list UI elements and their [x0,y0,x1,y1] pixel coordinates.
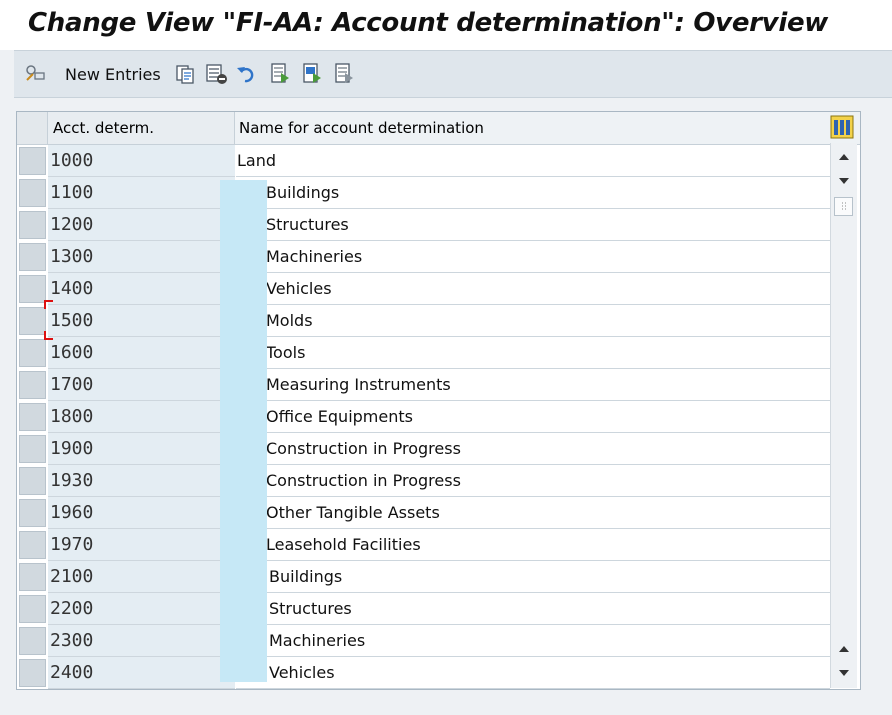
acct-determ-cell[interactable]: 1400 [48,273,235,305]
row-selector[interactable] [19,563,46,591]
deselect-all-icon[interactable] [334,63,356,85]
acct-determ-cell[interactable]: 1000 [48,145,235,177]
display-change-icon[interactable] [24,63,46,85]
acct-determ-cell[interactable]: 1900 [48,433,235,465]
account-name-cell[interactable]: Molds [236,305,830,337]
row-selector[interactable] [19,243,46,271]
row-selector[interactable] [19,595,46,623]
account-determination-table: Acct. determ. Name for account determina… [16,111,861,690]
table-row: 1200 Structures [17,209,830,241]
table-row: 1930 Construction in Progress [17,465,830,497]
acct-determ-cell[interactable]: 2100 [48,561,235,593]
row-selector[interactable] [19,467,46,495]
account-name-cell[interactable]: Vehicles [236,657,830,689]
row-selector[interactable] [19,211,46,239]
select-all-icon[interactable] [270,63,292,85]
table-row: 1600 Tools [17,337,830,369]
vertical-scrollbar[interactable] [830,143,857,688]
account-name-cell[interactable]: Tools [236,337,830,369]
table-row: 1900 Construction in Progress [17,433,830,465]
table-row: 1400 Vehicles [17,273,830,305]
table-row: 1960 Other Tangible Assets [17,497,830,529]
account-name-cell[interactable]: Structures [236,593,830,625]
page-title: Change View "FI-AA: Account determinatio… [28,8,828,38]
table-row: 1100 Buildings [17,177,830,209]
acct-determ-cell[interactable]: 1500 [48,305,235,337]
scrollbar-thumb[interactable] [834,197,853,216]
redaction-block [220,180,267,682]
row-selector[interactable] [19,403,46,431]
acct-determ-cell[interactable]: 1960 [48,497,235,529]
table-row: 2100 Buildings [17,561,830,593]
row-selector[interactable] [19,627,46,655]
account-name-cell[interactable]: Land [236,145,830,177]
scroll-up-icon[interactable] [835,640,853,658]
acct-determ-cell[interactable]: 1930 [48,465,235,497]
row-selector[interactable] [19,339,46,367]
account-name-cell[interactable]: Other Tangible Assets [236,497,830,529]
undo-icon[interactable] [236,63,258,85]
row-selector[interactable] [19,659,46,687]
account-name-cell[interactable]: Measuring Instruments [236,369,830,401]
account-name-cell[interactable]: Leasehold Facilities [236,529,830,561]
acct-determ-cell[interactable]: 1200 [48,209,235,241]
account-name-cell[interactable]: Construction in Progress [236,465,830,497]
select-all-rows-button[interactable] [17,112,48,144]
table-row: 1800 Office Equipments [17,401,830,433]
table-row: 1500 Molds [17,305,830,337]
row-selector[interactable] [19,499,46,527]
account-name-cell[interactable]: Machineries [236,625,830,657]
new-entries-button[interactable]: New Entries [65,65,161,84]
row-selector[interactable] [19,531,46,559]
select-block-icon[interactable] [302,63,324,85]
row-selector[interactable] [19,307,46,335]
account-name-cell[interactable]: Buildings [236,177,830,209]
row-selector[interactable] [19,371,46,399]
acct-determ-cell[interactable]: 1100 [48,177,235,209]
acct-determ-cell[interactable]: 1800 [48,401,235,433]
acct-determ-cell[interactable]: 1700 [48,369,235,401]
table-row: 2400 Vehicles [17,657,830,689]
acct-determ-cell[interactable]: 1600 [48,337,235,369]
table-settings-icon[interactable] [830,115,854,139]
row-selector[interactable] [19,147,46,175]
page-down-icon[interactable] [835,172,853,190]
acct-determ-cell[interactable]: 1300 [48,241,235,273]
table-row: 1000 Land [17,145,830,177]
account-name-cell[interactable]: Buildings [236,561,830,593]
page-up-icon[interactable] [835,148,853,166]
delete-icon[interactable] [206,63,228,85]
table-header: Acct. determ. Name for account determina… [17,112,860,145]
account-name-cell[interactable]: Construction in Progress [236,433,830,465]
column-header-name[interactable]: Name for account determination [236,112,830,144]
table-row: 1700 Measuring Instruments [17,369,830,401]
copy-icon[interactable] [174,63,196,85]
table-row: 2200 Structures [17,593,830,625]
account-name-cell[interactable]: Machineries [236,241,830,273]
application-toolbar: New Entries [14,50,892,98]
table-row: 2300 Machineries [17,625,830,657]
title-bar: Change View "FI-AA: Account determinatio… [0,0,892,50]
account-name-cell[interactable]: Office Equipments [236,401,830,433]
scroll-down-icon[interactable] [835,664,853,682]
account-name-cell[interactable]: Vehicles [236,273,830,305]
acct-determ-cell[interactable]: 2300 [48,625,235,657]
account-name-cell[interactable]: Structures [236,209,830,241]
cell-focus-marker [44,300,54,340]
table-row: 1970 Leasehold Facilities [17,529,830,561]
acct-determ-cell[interactable]: 2200 [48,593,235,625]
table-row: 1300 Machineries [17,241,830,273]
acct-determ-cell[interactable]: 2400 [48,657,235,689]
column-header-acct-determ[interactable]: Acct. determ. [48,112,235,144]
table-body: 1000 Land 1100 Buildings 1200 Structures… [17,145,830,689]
row-selector[interactable] [19,435,46,463]
row-selector[interactable] [19,275,46,303]
row-selector[interactable] [19,179,46,207]
acct-determ-cell[interactable]: 1970 [48,529,235,561]
